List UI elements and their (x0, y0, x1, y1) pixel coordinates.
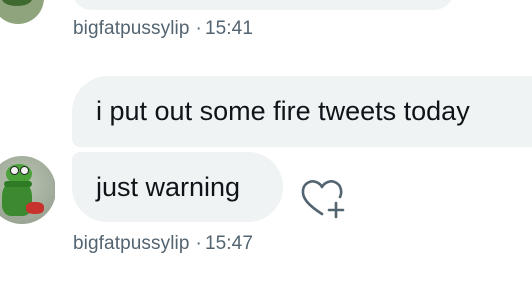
kermit-avatar-image (0, 156, 55, 224)
meta-separator: · (195, 18, 202, 39)
message-bubble[interactable]: just warning (72, 152, 283, 222)
meta-separator: · (195, 233, 202, 254)
react-button[interactable] (298, 176, 346, 222)
message-text: just warning (96, 172, 241, 202)
avatar[interactable] (0, 156, 55, 224)
message-time: 15:47 (204, 233, 254, 254)
message-bubble[interactable]: i put out some fire tweets today (72, 76, 532, 147)
heart-plus-icon (301, 180, 345, 219)
sender-name[interactable]: bigfatpussylip (73, 233, 190, 254)
dm-conversation: bigfatpussylip · 15:41 i put out some fire… (0, 0, 532, 299)
message-meta: bigfatpussylip · 15:47 (73, 233, 253, 255)
message-text: i put out some fire tweets today (96, 96, 470, 126)
message-bubble[interactable] (72, 0, 454, 10)
avatar[interactable] (0, 0, 44, 24)
message-meta: bigfatpussylip · 15:41 (73, 18, 253, 40)
message-time: 15:41 (204, 18, 254, 39)
sender-name[interactable]: bigfatpussylip (73, 18, 190, 39)
